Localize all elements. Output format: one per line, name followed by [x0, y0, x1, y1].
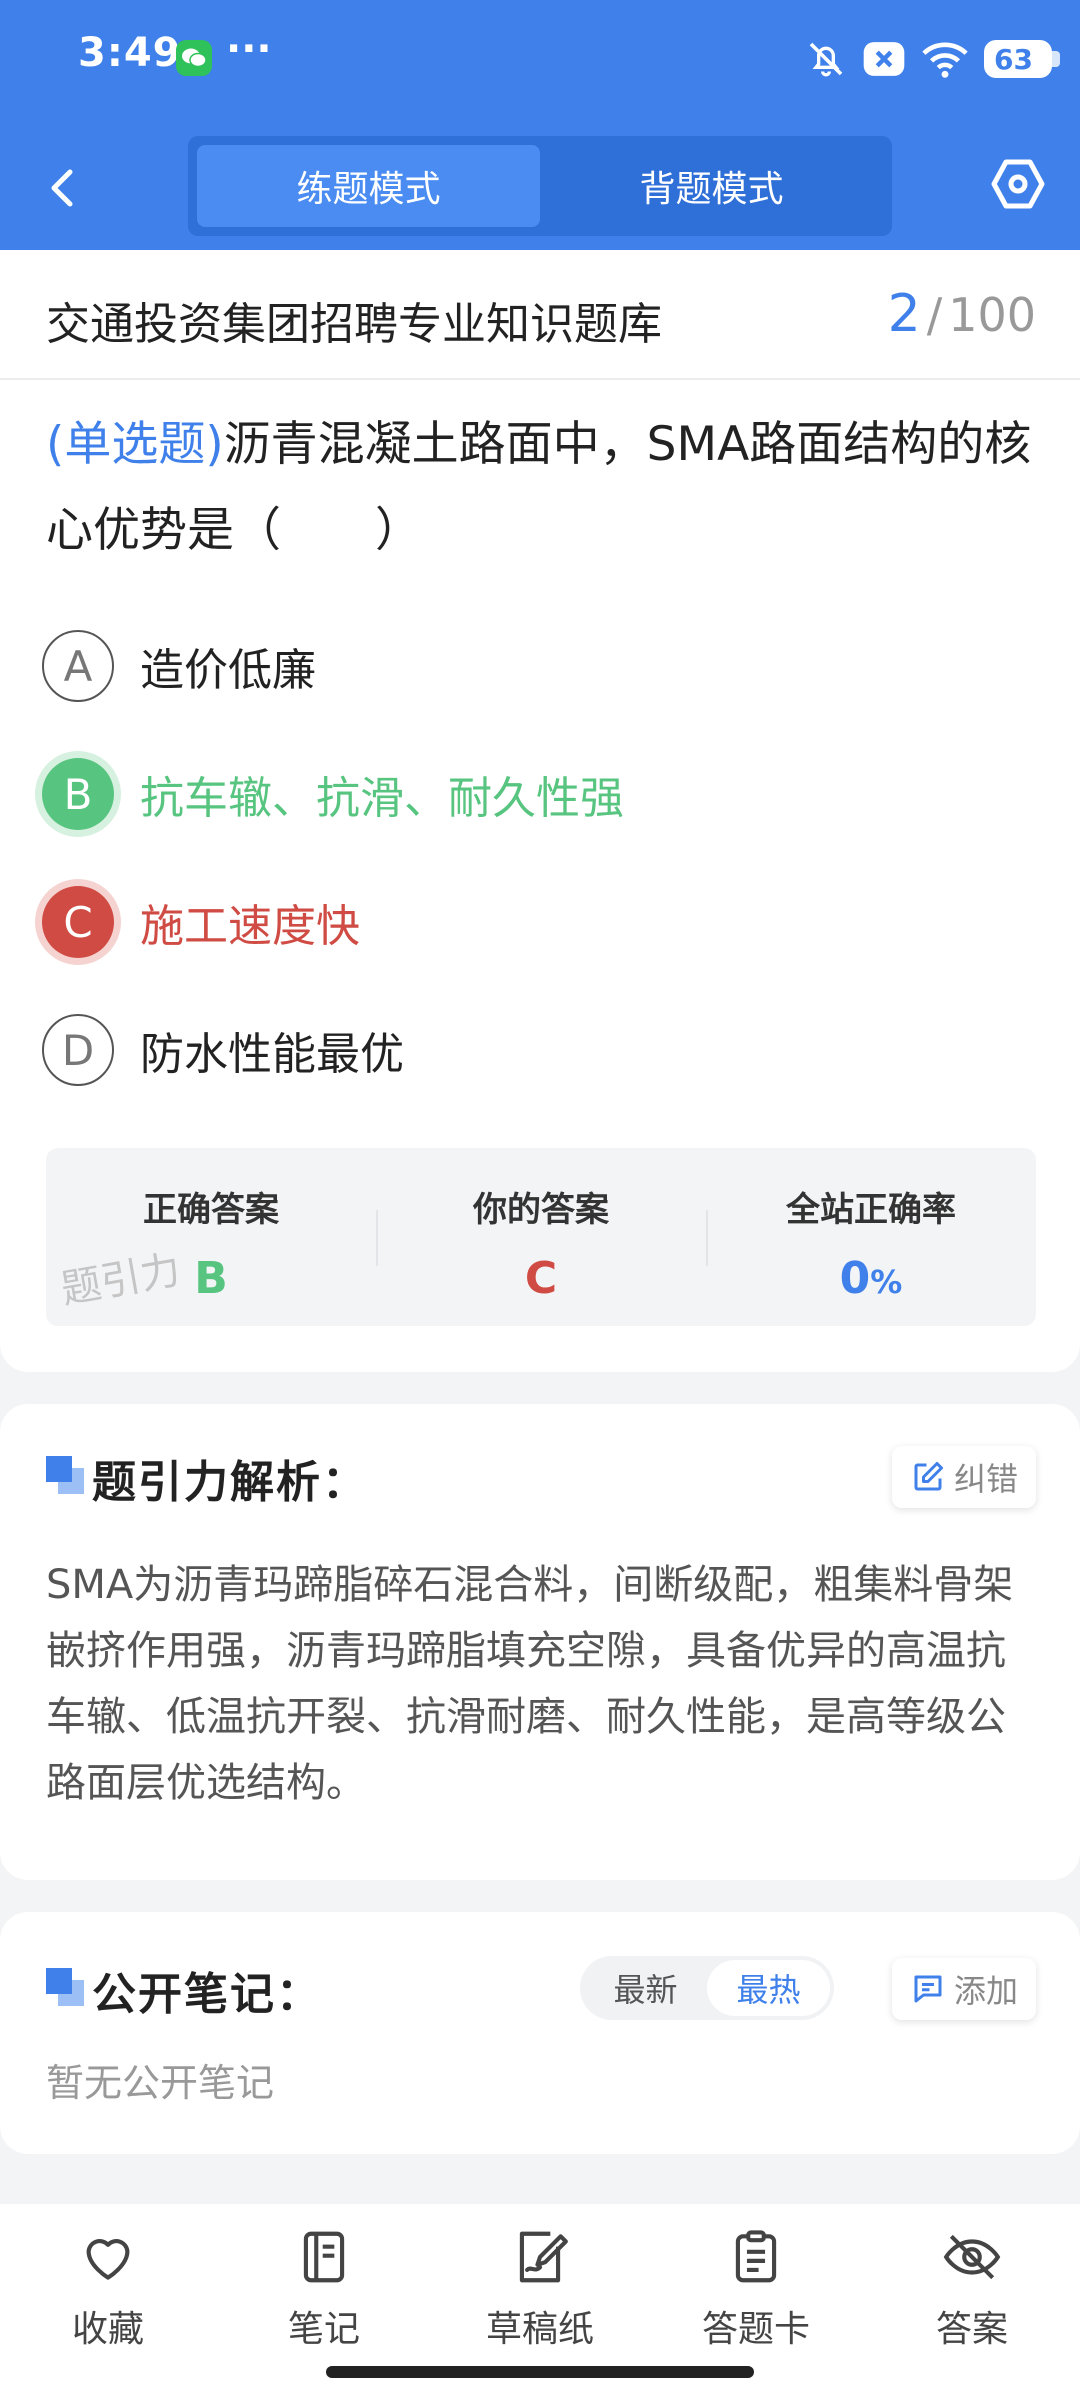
correct-answer-column: 正确答案 B 题引力 [46, 1148, 376, 1326]
bell-off-icon [809, 42, 843, 77]
question-bank-row: 交通投资集团招聘专业知识题库 2/100 [0, 250, 1080, 380]
tab-review-mode[interactable]: 背题模式 [540, 145, 883, 227]
battery-level: 63 [994, 42, 1033, 76]
watermark: 题引力 [57, 1247, 184, 1314]
analysis-title: 题引力解析： [92, 1457, 368, 1508]
eye-off-icon [943, 2234, 1001, 2280]
notes-empty-text: 暂无公开笔记 [46, 2061, 275, 2105]
show-answer-label: 答案 [935, 2309, 1008, 2350]
correct-answer-value: B [194, 1253, 228, 1304]
answer-sheet-label: 答题卡 [701, 2309, 810, 2350]
wifi-icon [922, 42, 968, 78]
app-header: 3:49 ··· 63 练题模式 背题模式 [0, 0, 1080, 250]
sort-latest-tab[interactable]: 最新 [584, 1960, 707, 2016]
section-squares-icon [46, 1456, 86, 1496]
correct-answer-label: 正确答案 [143, 1190, 279, 1230]
total-question-count: 100 [948, 288, 1036, 342]
hexagon-settings-icon [991, 159, 1045, 209]
correction-button[interactable]: 纠错 [891, 1446, 1036, 1508]
notebook-icon [303, 2231, 345, 2283]
status-icons: 63 [806, 34, 1060, 84]
your-answer-label: 你的答案 [473, 1190, 609, 1230]
notes-sort-switch: 最新 最热 [580, 1956, 834, 2020]
question-stem: (单选题)沥青混凝土路面中，SMA路面结构的核心优势是（ ） [46, 402, 1040, 574]
add-note-label: 添加 [953, 1972, 1018, 2010]
option-text: 防水性能最优 [140, 1029, 404, 1080]
draft-paper-label: 草稿纸 [485, 2309, 594, 2350]
option-text: 造价低廉 [140, 645, 316, 696]
show-answer-button[interactable]: 答案 [872, 2204, 1072, 2400]
status-bar: 3:49 ··· 63 [0, 0, 1080, 118]
option-text: 抗车辙、抗滑、耐久性强 [140, 773, 624, 824]
clipboard-icon [735, 2230, 777, 2283]
comment-add-icon [914, 1975, 942, 2003]
mode-switch: 练题模式 背题模式 [188, 136, 892, 236]
current-question-number: 2 [887, 284, 921, 344]
notes-title: 公开笔记： [92, 1969, 322, 2020]
accuracy-rate-column: 全站正确率 0% [706, 1148, 1036, 1326]
question-progress: 2/100 [888, 284, 1036, 344]
sort-hottest-tab[interactable]: 最热 [707, 1960, 830, 2016]
back-button[interactable] [34, 158, 94, 218]
progress-separator: / [926, 288, 943, 342]
accuracy-rate-label: 全站正确率 [786, 1190, 956, 1230]
nav-bar: 练题模式 背题模式 [0, 118, 1080, 250]
answer-summary: 正确答案 B 题引力 你的答案 C 全站正确率 0% [46, 1148, 1036, 1326]
add-note-button[interactable]: 添加 [891, 1958, 1036, 2020]
your-answer-value: C [524, 1253, 558, 1304]
heart-icon [86, 2239, 130, 2280]
home-indicator[interactable] [326, 2366, 754, 2378]
favorite-button[interactable]: 收藏 [8, 2204, 208, 2400]
battery-icon: 63 [984, 40, 1060, 78]
question-bank-title: 交通投资集团招聘专业知识题库 [46, 299, 662, 350]
correction-label: 纠错 [953, 1460, 1018, 1498]
draft-pen-icon [519, 2231, 568, 2283]
accuracy-rate-value: 0% [840, 1253, 903, 1304]
more-notifications-icon: ··· [226, 26, 272, 72]
option-d[interactable]: D 防水性能最优 [42, 1008, 942, 1092]
option-letter: C [42, 886, 114, 958]
option-text: 施工速度快 [140, 901, 360, 952]
analysis-text: SMA为沥青玛蹄脂碎石混合料，间断级配，粗集料骨架嵌挤作用强，沥青玛蹄脂填充空隙… [46, 1562, 1014, 1806]
option-letter: A [42, 630, 114, 702]
question-card: 交通投资集团招聘专业知识题库 2/100 (单选题)沥青混凝土路面中，SMA路面… [0, 250, 1080, 1372]
option-c[interactable]: C 施工速度快 [42, 880, 942, 964]
wechat-icon [176, 40, 212, 76]
x-badge-icon [863, 42, 905, 76]
option-letter: B [42, 758, 114, 830]
status-time: 3:49 [78, 30, 182, 76]
chevron-left-icon [51, 169, 73, 207]
settings-button[interactable] [984, 150, 1052, 218]
accuracy-rate-number: 0 [839, 1253, 871, 1304]
option-b[interactable]: B 抗车辙、抗滑、耐久性强 [42, 752, 942, 836]
notes-label: 笔记 [287, 2309, 360, 2350]
section-squares-icon [46, 1968, 86, 2008]
option-a[interactable]: A 造价低廉 [42, 624, 942, 708]
your-answer-column: 你的答案 C [376, 1148, 706, 1326]
analysis-card: 题引力解析： 纠错 SMA为沥青玛蹄脂碎石混合料，间断级配，粗集料骨架嵌挤作用强… [0, 1404, 1080, 1880]
question-type: (单选题) [46, 417, 224, 472]
public-notes-card: 公开笔记： 最新 最热 添加 暂无公开笔记 [0, 1912, 1080, 2154]
tab-practice-mode[interactable]: 练题模式 [197, 145, 540, 227]
edit-icon [914, 1462, 943, 1491]
option-letter: D [42, 1014, 114, 1086]
favorite-label: 收藏 [71, 2309, 144, 2350]
accuracy-rate-unit: % [870, 1263, 903, 1301]
